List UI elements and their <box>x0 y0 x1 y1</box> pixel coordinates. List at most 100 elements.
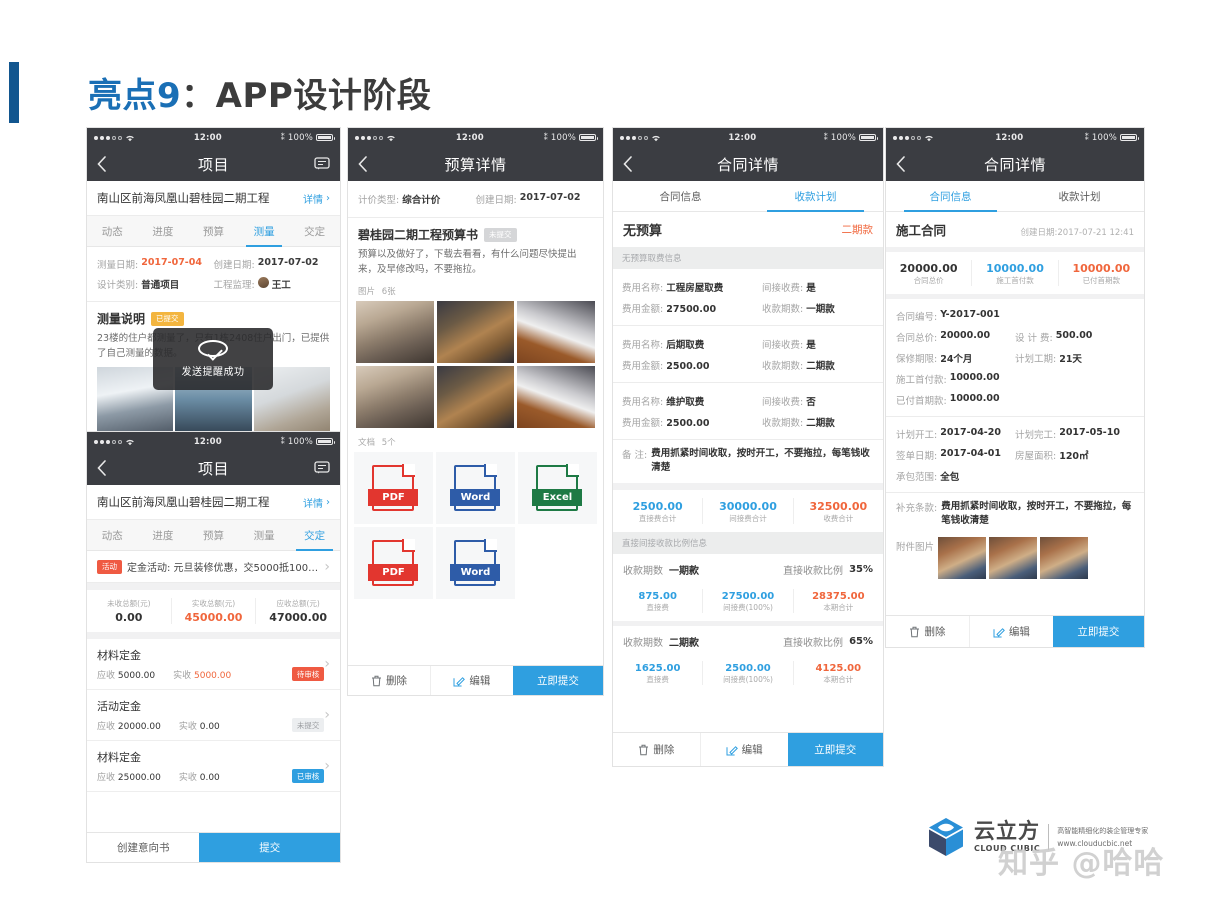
attachment-thumb[interactable] <box>938 536 987 579</box>
tab-celiang[interactable]: 测量 <box>239 520 290 550</box>
submit-button[interactable]: 立即提交 <box>1052 616 1144 647</box>
section-gap <box>87 583 340 590</box>
create-date-value: 2017-07-02 <box>519 192 581 203</box>
tab-yusuan[interactable]: 预算 <box>188 520 239 550</box>
battery-icon <box>579 133 598 142</box>
tab-yusuan[interactable]: 预算 <box>188 216 239 246</box>
edit-button[interactable]: 编辑 <box>968 616 1053 647</box>
plan-label: 直接费 <box>646 674 669 684</box>
chat-icon[interactable] <box>314 451 330 485</box>
plan-label: 本期合计 <box>823 602 854 612</box>
status-badge: 未提交 <box>291 718 325 732</box>
budget-title-row: 碧桂园二期工程预算书 未提交 <box>358 226 593 243</box>
list-item[interactable]: 材料定金 应收 25000.00 实收 0.00 已审核 › <box>87 741 340 792</box>
remark-row: 备 注: 费用抓紧时间收取，按时开工，不要拖拉，每笔钱收清楚 <box>613 440 883 483</box>
project-header[interactable]: 南山区前海凤凰山碧桂园二期工程 详情 › <box>87 181 340 216</box>
photo-thumb[interactable] <box>356 301 434 364</box>
supervisor-value: 王工 <box>271 280 291 291</box>
summary-cell-receivable: 应收总额(元) 47000.00 <box>255 598 340 624</box>
plan-value: 28375.00 <box>812 590 865 602</box>
due-value: 25000.00 <box>117 772 161 783</box>
budget-description: 预算以及做好了，下载去看看，有什么问题尽快提出来，及早修改吗，不要拖拉。 <box>358 249 577 275</box>
edit-button[interactable]: 编辑 <box>699 733 788 766</box>
tab-jindu[interactable]: 进度 <box>138 520 189 550</box>
activity-banner[interactable]: 活动 定金活动: 元旦装修优惠，交5000抵1000的大... › <box>87 551 340 583</box>
submit-button[interactable]: 立即提交 <box>787 733 883 766</box>
doc-type-label: Word <box>450 564 501 582</box>
due-value: 20000.00 <box>117 721 161 732</box>
create-intent-button[interactable]: 创建意向书 <box>87 833 199 862</box>
summary-first-payment: 10000.00 施工首付款 <box>971 260 1057 286</box>
list-item[interactable]: 活动定金 应收 20000.00 实收 0.00 未提交 › <box>87 690 340 741</box>
fee-row: 费用金额: 2500.00 收款期数: 二期款 <box>622 411 874 432</box>
delete-button[interactable]: 删除 <box>886 616 969 647</box>
chevron-right-icon: › <box>324 558 330 575</box>
attachment-thumb[interactable] <box>989 536 1038 579</box>
sign-date-label: 签单日期: <box>896 450 938 462</box>
chat-icon[interactable] <box>314 147 330 181</box>
doc-item-word[interactable]: Word <box>435 527 515 600</box>
first-payment-value: 10000.00 <box>949 371 1000 383</box>
plan-value: 875.00 <box>638 590 677 602</box>
period-label: 收款期数 <box>623 637 663 649</box>
doc-item-excel[interactable]: Excel <box>517 452 597 525</box>
photo-thumb[interactable] <box>436 301 515 364</box>
project-detail-link[interactable]: 详情 › <box>303 191 330 206</box>
doc-item-pdf[interactable]: PDF <box>354 452 433 525</box>
status-badge: 已审核 <box>291 769 325 783</box>
doc-item-word[interactable]: Word <box>435 452 515 525</box>
photo-thumb[interactable] <box>517 301 595 364</box>
photo-thumb[interactable] <box>517 366 595 429</box>
phone-screen-contract-info: 12:00 ⁑ 100% 合同详情 合同信息 收款计划 施工合同 创建日期:20… <box>886 128 1144 647</box>
tab-payment-plan[interactable]: 收款计划 <box>748 181 883 212</box>
tab-jindu[interactable]: 进度 <box>138 216 189 246</box>
back-icon[interactable] <box>623 147 632 181</box>
navbar-title: 预算详情 <box>444 155 507 174</box>
word-file-icon: Word <box>450 464 501 512</box>
photo-thumb[interactable] <box>356 366 434 429</box>
total-value: 32500.00 <box>809 499 868 513</box>
tab-payment-plan[interactable]: 收款计划 <box>1015 181 1144 211</box>
tab-bar: 合同信息 收款计划 <box>886 181 1144 212</box>
due-label: 应收 <box>97 772 116 783</box>
tab-contract-info[interactable]: 合同信息 <box>613 181 748 211</box>
photos-label: 图片 <box>358 287 376 298</box>
project-header[interactable]: 南山区前海凤凰山碧桂园二期工程 详情 › <box>87 485 340 520</box>
info-row: 合同编号: Y-2017-001 <box>896 305 1134 326</box>
project-detail-link[interactable]: 详情 › <box>303 495 330 510</box>
doc-item-pdf[interactable]: PDF <box>354 527 433 600</box>
tab-dongtai[interactable]: 动态 <box>87 520 138 550</box>
tab-celiang[interactable]: 测量 <box>239 216 290 247</box>
signal-dots-icon <box>94 439 122 444</box>
edit-button[interactable]: 编辑 <box>429 666 513 695</box>
delete-button[interactable]: 删除 <box>348 666 430 695</box>
ratio-label: 直接收款比例 <box>783 565 844 577</box>
tab-dongtai[interactable]: 动态 <box>87 216 138 246</box>
info-row: 计划开工: 2017-04-20 计划完工: 2017-05-10 <box>896 423 1134 444</box>
total-indirect: 30000.00 间接费合计 <box>702 497 792 524</box>
deposit-summary: 未收总额(元) 0.00 实收总额(元) 45000.00 应收总额(元) 47… <box>87 590 340 632</box>
deposit-amounts: 应收 5000.00 实收 5000.00 待审核 <box>97 667 325 681</box>
back-icon[interactable] <box>97 451 106 485</box>
plan-header: 收款期数 一期款 直接收款比例 35% <box>613 553 883 585</box>
list-item[interactable]: 材料定金 应收 5000.00 实收 5000.00 待审核 › <box>87 639 340 690</box>
period-label: 收款期数: <box>762 303 804 315</box>
submit-button[interactable]: 提交 <box>199 833 340 862</box>
back-icon[interactable] <box>358 147 367 181</box>
delete-button[interactable]: 删除 <box>613 733 700 766</box>
tab-contract-info[interactable]: 合同信息 <box>886 181 1015 212</box>
submit-button[interactable]: 立即提交 <box>512 666 603 695</box>
fee-name-value: 工程房屋取费 <box>666 282 724 294</box>
activity-text: 定金活动: 元旦装修优惠，交5000抵1000的大... <box>127 563 319 574</box>
back-icon[interactable] <box>97 147 106 181</box>
due-label: 应收 <box>97 721 116 732</box>
extra-terms-row: 补充条款: 费用抓紧时间收取，按时开工，不要拖拉，每笔钱收清楚 <box>886 493 1144 533</box>
summary-cell-unreceived: 未收总额(元) 0.00 <box>87 598 171 624</box>
photo-thumb[interactable] <box>436 366 515 429</box>
navbar: 合同详情 <box>886 147 1144 181</box>
tab-jiaoding[interactable]: 交定 <box>289 216 340 246</box>
phone-screen-payment-plan: 12:00 ⁑ 100% 合同详情 合同信息 收款计划 无预算 二期款 无预算取… <box>613 128 883 766</box>
attachment-thumb[interactable] <box>1040 536 1089 579</box>
back-icon[interactable] <box>896 147 905 181</box>
tab-jiaoding[interactable]: 交定 <box>289 520 340 551</box>
